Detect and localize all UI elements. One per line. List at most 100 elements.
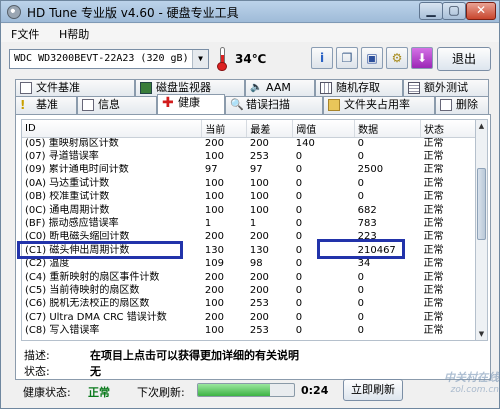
tab-info[interactable]: 信息 <box>77 96 157 114</box>
cell-worst: 130 <box>249 244 269 256</box>
speaker-icon: 🔈 <box>250 82 263 93</box>
temperature-readout: 34℃ <box>235 52 267 66</box>
drive-select[interactable]: WDC WD3200BEVT-22A23 (320 gB) ▼ <box>9 49 209 69</box>
smart-table-container: ID 当前 最差 阈值 数据 状态 (05) 重映射扇区计数 200 200 140 0… <box>21 119 476 341</box>
cell-status: 正常 <box>423 177 444 189</box>
menu-help[interactable]: H帮助 <box>59 26 89 42</box>
column-header-threshold[interactable]: 阈值 <box>292 120 356 138</box>
cell-attribute: (C7) Ultra DMA CRC 错误计数 <box>25 311 167 323</box>
column-header-id[interactable]: ID <box>22 120 203 138</box>
tab-row-2: ! 基准 信息 ✚ 健康 🔍 错误扫描 文件夹占用率 删除 <box>15 94 491 114</box>
cell-status: 正常 <box>423 244 444 256</box>
cell-attribute: (C2) 温度 <box>25 258 70 270</box>
table-row[interactable]: (BF) 振动感应错误率 1 1 0 783 正常 <box>22 217 475 230</box>
tab-random-access[interactable]: 随机存取 <box>315 79 403 97</box>
tab-label: 健康 <box>178 96 200 109</box>
tab-aam[interactable]: 🔈 AAM <box>245 79 315 97</box>
cell-threshold: 0 <box>295 151 303 163</box>
cell-attribute: (07) 寻道错误率 <box>25 151 99 163</box>
column-header-current[interactable]: 当前 <box>201 120 248 138</box>
column-header-status[interactable]: 状态 <box>420 120 475 138</box>
refresh-now-button[interactable]: 立即刷新 <box>343 379 403 401</box>
cell-attribute: (C4) 重新映射的扇区事件计数 <box>25 271 160 283</box>
scrollbar-thumb[interactable] <box>477 168 486 240</box>
tab-benchmark[interactable]: ! 基准 <box>15 96 77 114</box>
tab-label: 磁盘监视器 <box>156 81 211 94</box>
table-row[interactable]: (0A) 马达重试计数 100 100 0 0 正常 <box>22 177 475 190</box>
table-row[interactable]: (0B) 校准重试计数 100 100 0 0 正常 <box>22 191 475 204</box>
cell-threshold: 0 <box>295 325 303 337</box>
tab-health[interactable]: ✚ 健康 <box>157 94 225 114</box>
maximize-button[interactable]: ▢ <box>442 2 466 20</box>
cell-worst: 253 <box>249 325 269 337</box>
cell-current: 97 <box>204 164 218 176</box>
cell-attribute: (0A) 马达重试计数 <box>25 177 110 189</box>
cell-threshold: 0 <box>295 284 303 296</box>
cell-current: 100 <box>204 325 224 337</box>
cell-attribute: (0B) 校准重试计数 <box>25 191 110 203</box>
cell-status: 正常 <box>423 271 444 283</box>
table-row[interactable]: (C8) 写入错误率 100 253 0 0 正常 <box>22 324 475 337</box>
table-row[interactable]: (07) 寻道错误率 100 253 0 0 正常 <box>22 150 475 163</box>
close-button[interactable]: ✕ <box>466 2 496 20</box>
app-disk-icon <box>7 5 21 19</box>
cell-threshold: 0 <box>295 204 303 216</box>
cell-status: 正常 <box>423 298 444 310</box>
cell-worst: 1 <box>249 218 257 230</box>
tab-error-scan[interactable]: 🔍 错误扫描 <box>225 96 323 114</box>
cell-threshold: 0 <box>295 164 303 176</box>
column-header-worst[interactable]: 最差 <box>246 120 294 138</box>
chevron-down-icon[interactable]: ▼ <box>192 50 208 68</box>
download-icon[interactable]: ⬇ <box>411 47 433 69</box>
cell-status: 正常 <box>423 151 444 163</box>
cell-current: 130 <box>204 244 224 256</box>
tab-folder-usage[interactable]: 文件夹占用率 <box>323 96 435 114</box>
copy-icon[interactable]: ❐ <box>336 47 358 69</box>
info-icon[interactable]: i <box>311 47 333 69</box>
cell-status: 正常 <box>423 204 444 216</box>
watermark: 中关村在线 zol.com.cn <box>419 369 499 407</box>
options-icon[interactable]: ⚙ <box>386 47 408 69</box>
save-icon[interactable]: ▣ <box>361 47 383 69</box>
cell-attribute: (C8) 写入错误率 <box>25 325 100 337</box>
scroll-down-icon[interactable]: ▼ <box>476 328 487 340</box>
health-status-label: 健康状态: <box>23 386 71 399</box>
tab-erase[interactable]: 删除 <box>435 96 489 114</box>
table-row[interactable]: (C7) Ultra DMA CRC 错误计数 200 200 0 0 正常 <box>22 311 475 324</box>
table-row[interactable]: (C4) 重新映射的扇区事件计数 200 200 0 0 正常 <box>22 271 475 284</box>
cell-current: 200 <box>204 137 224 149</box>
cell-data: 0 <box>357 325 364 337</box>
scroll-up-icon[interactable]: ▲ <box>476 120 487 132</box>
cell-current: 100 <box>204 177 224 189</box>
table-row[interactable]: (0C) 通电周期计数 100 100 0 682 正常 <box>22 204 475 217</box>
cell-data: 0 <box>357 137 364 149</box>
thermometer-icon <box>217 47 227 71</box>
cell-status: 正常 <box>423 258 444 270</box>
column-header-data[interactable]: 数据 <box>354 120 422 138</box>
minimize-button[interactable]: ▁ <box>419 2 443 20</box>
tab-label: AAM <box>266 81 291 94</box>
table-row[interactable]: (05) 重映射扇区计数 200 200 140 0 正常 <box>22 137 475 150</box>
menu-file[interactable]: F文件 <box>11 26 39 42</box>
highlight-box-value <box>317 239 405 259</box>
table-row[interactable]: (C5) 当前待映射的扇区数 200 200 0 0 正常 <box>22 284 475 297</box>
cell-status: 正常 <box>423 325 444 337</box>
cell-threshold: 0 <box>295 218 303 230</box>
cell-worst: 100 <box>249 177 269 189</box>
drive-select-value: WDC WD3200BEVT-22A23 (320 gB) <box>14 53 189 64</box>
cell-threshold: 0 <box>295 271 303 283</box>
vertical-scrollbar[interactable]: ▲ ▼ <box>476 119 488 341</box>
watermark-line1: 中关村在线 <box>444 371 499 384</box>
table-row[interactable]: (C6) 脱机无法校正的扇区数 100 253 0 0 正常 <box>22 298 475 311</box>
menu-bar: F文件 H帮助 <box>1 24 499 42</box>
exit-button[interactable]: 退出 <box>437 47 491 71</box>
tab-extra-tests[interactable]: 额外测试 <box>403 79 489 97</box>
cell-threshold: 0 <box>295 258 303 270</box>
table-row[interactable]: (C2) 温度 109 98 0 34 正常 <box>22 258 475 271</box>
cell-threshold: 140 <box>295 137 315 149</box>
tab-file-benchmark[interactable]: 文件基准 <box>15 79 135 97</box>
cell-worst: 98 <box>249 258 263 270</box>
cell-data: 0 <box>357 298 364 310</box>
monitor-icon <box>140 82 152 94</box>
table-row[interactable]: (09) 累计通电时间计数 97 97 0 2500 正常 <box>22 164 475 177</box>
